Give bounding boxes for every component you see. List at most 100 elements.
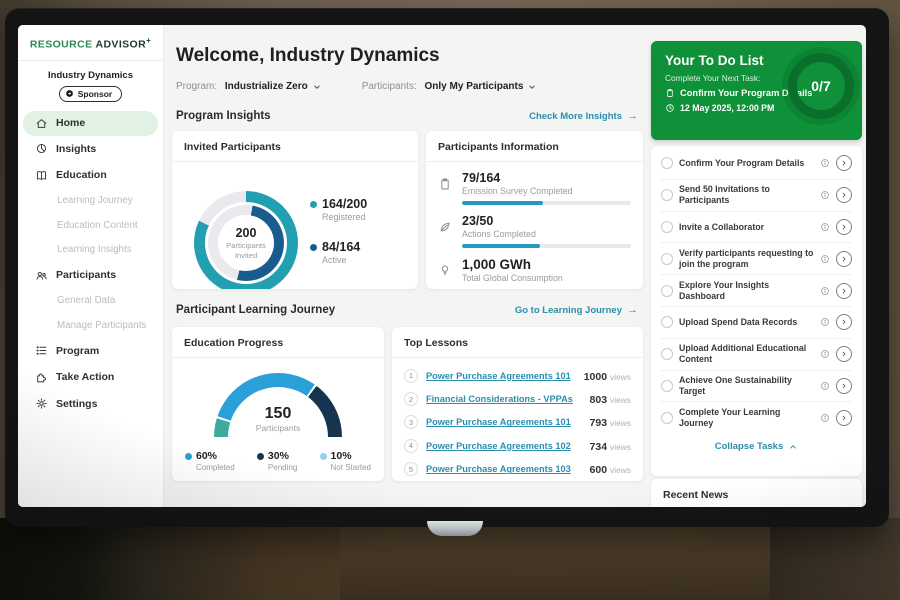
sidebar-item-participants[interactable]: Participants (18, 262, 163, 289)
gauge-legend-not-started: 10%Not Started (320, 450, 371, 472)
info-icon[interactable] (820, 413, 830, 423)
legend-value: 30% (268, 450, 289, 462)
task-checkbox[interactable] (661, 285, 673, 297)
sidebar-item-take-action[interactable]: Take Action (18, 364, 163, 391)
lesson-link[interactable]: Financial Considerations - VPPAs (426, 394, 582, 404)
lesson-views: 1000views (584, 367, 631, 385)
sidebar-item-learning-journey[interactable]: Learning Journey (18, 189, 163, 214)
sidebar-divider (18, 60, 163, 61)
task-open-button[interactable] (836, 378, 852, 394)
todo-progress-ring: 0/7 (788, 53, 854, 119)
task-checkbox[interactable] (661, 253, 673, 265)
sidebar-item-education-content[interactable]: Education Content (18, 213, 163, 238)
bulb-icon (438, 263, 452, 277)
task-open-button[interactable] (836, 283, 852, 299)
dashboard-screen: RESOURCE ADVISOR+ Industry Dynamics Spon… (18, 25, 866, 507)
info-icon[interactable] (820, 381, 830, 391)
todo-summary-card: Your To Do List Complete Your Next Task:… (651, 41, 862, 140)
sidebar-item-insights[interactable]: Insights (18, 136, 163, 163)
legend-label: Active (322, 255, 367, 265)
task-label: Upload Spend Data Records (679, 317, 814, 328)
task-open-button[interactable] (836, 410, 852, 426)
todo-due-date: 12 May 2025, 12:00 PM (680, 103, 774, 113)
gauge-center: 150 Participants (214, 405, 342, 433)
task-open-button[interactable] (836, 251, 852, 267)
sidebar-item-label: Education Content (57, 220, 138, 231)
info-icon[interactable] (820, 317, 830, 327)
info-icon[interactable] (820, 286, 830, 296)
sidebar-item-program[interactable]: Program (18, 338, 163, 365)
lesson-link[interactable]: Power Purchase Agreements 101 (426, 371, 576, 381)
task-label: Upload Additional Educational Content (679, 343, 814, 365)
lesson-row: 1 Power Purchase Agreements 101 1000view… (404, 364, 631, 387)
sidebar-item-settings[interactable]: Settings (18, 391, 163, 418)
brand-secondary: ADVISOR (95, 39, 146, 51)
card-title: Participants Information (426, 131, 643, 162)
task-checkbox[interactable] (661, 348, 673, 360)
todo-task-row: Upload Spend Data Records (661, 307, 852, 339)
task-label: Send 50 Invitations to Participants (679, 184, 814, 206)
gauge-legend-pending: 30%Pending (257, 450, 297, 472)
task-checkbox[interactable] (661, 412, 673, 424)
info-icon[interactable] (820, 190, 830, 200)
leaf-icon (438, 220, 452, 234)
legend-dot-icon (310, 201, 317, 208)
stat-progress-track (462, 201, 631, 205)
info-icon[interactable] (820, 349, 830, 359)
stat-value: 79/164 (462, 171, 631, 185)
legend-dot-icon (185, 453, 192, 460)
task-open-button[interactable] (836, 155, 852, 171)
participants-filter-select[interactable]: Only My Participants (425, 81, 538, 92)
info-icon[interactable] (820, 222, 830, 232)
task-checkbox[interactable] (661, 316, 673, 328)
lesson-link[interactable]: Power Purchase Agreements 103 (426, 464, 582, 474)
sidebar-item-learning-insights[interactable]: Learning Insights (18, 238, 163, 263)
go-to-learning-journey-link[interactable]: Go to Learning Journey (515, 304, 638, 316)
sponsor-label: Sponsor (78, 89, 112, 99)
info-icon[interactable] (820, 254, 830, 264)
program-filter-select[interactable]: Industrialize Zero (225, 81, 322, 92)
donut-legend-active: 84/164Active (310, 240, 367, 265)
info-icon[interactable] (820, 158, 830, 168)
task-label: Verify participants requesting to join t… (679, 248, 814, 270)
task-open-button[interactable] (836, 219, 852, 235)
sponsor-badge[interactable]: Sponsor (59, 86, 122, 102)
sidebar-item-label: General Data (57, 295, 115, 306)
sidebar-item-home[interactable]: Home (23, 111, 158, 136)
program-insights-header: Program Insights Check More Insights (176, 110, 638, 122)
task-label: Complete Your Learning Journey (679, 407, 814, 429)
sidebar-item-manage-participants[interactable]: Manage Participants (18, 313, 163, 338)
todo-task-row: Achieve One Sustainability Target (661, 371, 852, 403)
task-checkbox[interactable] (661, 157, 673, 169)
top-lessons-card: Top Lessons 1 Power Purchase Agreements … (392, 327, 643, 481)
task-open-button[interactable] (836, 314, 852, 330)
lesson-link[interactable]: Power Purchase Agreements 102 (426, 441, 582, 451)
legend-value: 60% (196, 450, 217, 462)
task-checkbox[interactable] (661, 221, 673, 233)
legend-dot-icon (310, 244, 317, 251)
main-content: Welcome, Industry Dynamics Program: Indu… (164, 25, 866, 507)
task-open-button[interactable] (836, 346, 852, 362)
legend-dot-icon (320, 453, 327, 460)
task-open-button[interactable] (836, 187, 852, 203)
lesson-link[interactable]: Power Purchase Agreements 101 (426, 417, 582, 427)
check-more-insights-link[interactable]: Check More Insights (529, 110, 638, 122)
recent-news-card: Recent News (651, 479, 862, 507)
task-checkbox[interactable] (661, 380, 673, 392)
lesson-rank-badge: 5 (404, 462, 418, 476)
donut-center: 200 Participants Invited (218, 215, 274, 271)
page-title: Welcome, Industry Dynamics (176, 45, 440, 67)
link-label: Check More Insights (529, 111, 622, 122)
lesson-rank-badge: 1 (404, 369, 418, 383)
sidebar-item-education[interactable]: Education (18, 162, 163, 189)
section-title-program-insights: Program Insights (176, 110, 271, 122)
sidebar-item-general-data[interactable]: General Data (18, 289, 163, 314)
stat-progress-fill (462, 201, 543, 205)
todo-progress-badge: 0/7 (811, 78, 830, 94)
stat-emission-survey-completed: 79/164 Emission Survey Completed (438, 171, 631, 205)
collapse-tasks-link[interactable]: Collapse Tasks (651, 434, 862, 457)
monitor-stand-notch (427, 521, 483, 536)
program-filter: Program: Industrialize Zero (176, 81, 322, 92)
lesson-rank-badge: 2 (404, 392, 418, 406)
task-checkbox[interactable] (661, 189, 673, 201)
